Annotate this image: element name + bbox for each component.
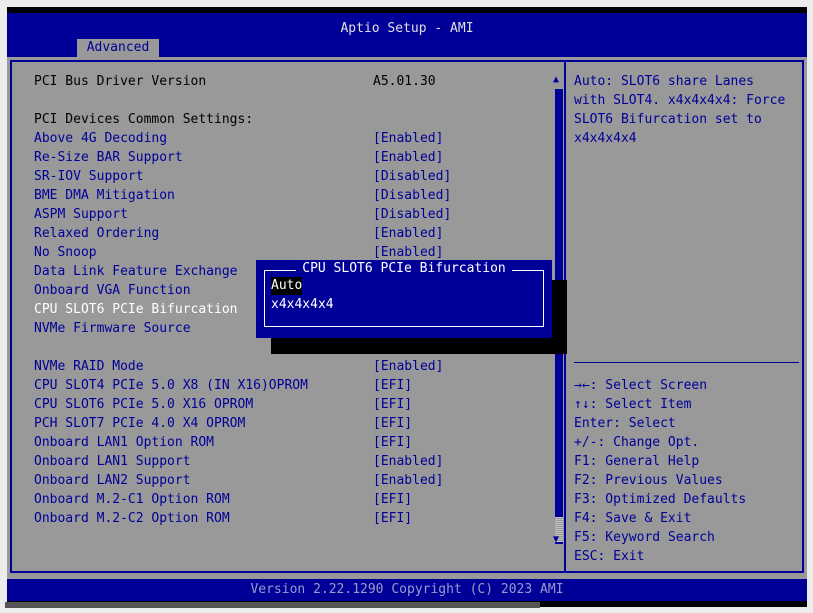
setting-value[interactable]: [EFI] xyxy=(373,509,412,528)
setting-value[interactable]: [EFI] xyxy=(373,433,412,452)
key-hint-enter: Enter: Select xyxy=(574,416,676,431)
scroll-up-icon[interactable]: ▲ xyxy=(553,74,559,85)
title-bar: Aptio Setup - AMI Advanced xyxy=(7,13,807,57)
key-hint-f4: F4: Save & Exit xyxy=(574,511,692,526)
setting-label[interactable]: No Snoop xyxy=(34,243,97,262)
key-hint-f3: F3: Optimized Defaults xyxy=(574,492,747,507)
popup-option-auto[interactable]: Auto xyxy=(271,277,303,295)
setting-value[interactable]: [Enabled] xyxy=(373,129,443,148)
setting-label: PCI Devices Common Settings: xyxy=(34,112,254,127)
setting-label[interactable]: NVMe RAID Mode xyxy=(34,357,144,376)
setting-label[interactable]: Onboard LAN1 Support xyxy=(34,452,191,471)
app-title: Aptio Setup - AMI xyxy=(340,21,474,36)
setting-value[interactable]: [Disabled] xyxy=(373,186,451,205)
setting-value[interactable]: [EFI] xyxy=(373,490,412,509)
setting-value[interactable]: [EFI] xyxy=(373,414,412,433)
setting-label[interactable]: ASPM Support xyxy=(34,205,128,224)
setting-value[interactable]: [EFI] xyxy=(373,376,412,395)
setting-label[interactable]: Onboard VGA Function xyxy=(34,281,191,300)
setting-value[interactable]: [Enabled] xyxy=(373,148,443,167)
setting-label[interactable]: SR-IOV Support xyxy=(34,167,144,186)
setting-label[interactable]: Onboard LAN1 Option ROM xyxy=(34,433,214,452)
setting-value[interactable]: [EFI] xyxy=(373,395,412,414)
key-hint-f2: F2: Previous Values xyxy=(574,473,723,488)
help-divider xyxy=(574,362,799,363)
taskbar-strip xyxy=(5,602,540,608)
setting-label: PCI Bus Driver Version xyxy=(34,74,207,89)
popup-title: CPU SLOT6 PCIe Bifurcation xyxy=(296,261,512,276)
setting-label[interactable]: PCH SLOT7 PCIe 4.0 X4 OPROM xyxy=(34,414,245,433)
key-hint-select-screen: →←: Select Screen xyxy=(574,378,708,393)
setting-label[interactable]: NVMe Firmware Source xyxy=(34,319,191,338)
setting-label[interactable]: Onboard LAN2 Support xyxy=(34,471,191,490)
setting-value[interactable]: [Enabled] xyxy=(373,471,443,490)
bifurcation-popup: CPU SLOT6 PCIe Bifurcation Auto x4x4x4x4 xyxy=(256,260,552,338)
key-hint-f5: F5: Keyword Search xyxy=(574,530,715,545)
setting-label[interactable]: Onboard M.2-C2 Option ROM xyxy=(34,509,230,528)
key-hint-change-opt: +/-: Change Opt. xyxy=(574,435,700,450)
setting-label[interactable]: BME DMA Mitigation xyxy=(34,186,175,205)
setting-label[interactable]: CPU SLOT6 PCIe Bifurcation xyxy=(34,300,238,319)
setting-label[interactable]: CPU SLOT4 PCIe 5.0 X8 (IN X16)OPROM xyxy=(34,376,308,395)
help-line: Auto: SLOT6 share Lanes xyxy=(574,74,755,89)
help-line: with SLOT4. x4x4x4x4: Force xyxy=(574,93,786,108)
tab-advanced[interactable]: Advanced xyxy=(77,39,159,57)
bios-screen: Aptio Setup - AMI Advanced PCI Bus Drive… xyxy=(7,7,807,607)
help-pane: Auto: SLOT6 share Lanes with SLOT4. x4x4… xyxy=(564,60,804,573)
setting-label[interactable]: CPU SLOT6 PCIe 5.0 X16 OPROM xyxy=(34,395,253,414)
setting-label[interactable]: Above 4G Decoding xyxy=(34,129,167,148)
key-hint-f1: F1: General Help xyxy=(574,454,700,469)
key-hint-select-item: ↑↓: Select Item xyxy=(574,397,692,412)
setting-label[interactable]: Data Link Feature Exchange xyxy=(34,262,238,281)
setting-value[interactable]: [Enabled] xyxy=(373,452,443,471)
setting-value[interactable]: [Enabled] xyxy=(373,224,443,243)
main-body: PCI Bus Driver Version A5.01.30 PCI Device… xyxy=(7,57,807,579)
popup-option-x4x4x4x4[interactable]: x4x4x4x4 xyxy=(271,296,334,314)
setting-label[interactable]: Onboard M.2-C1 Option ROM xyxy=(34,490,230,509)
setting-value: A5.01.30 xyxy=(373,74,436,89)
setting-value[interactable]: [Enabled] xyxy=(373,357,443,376)
help-line: SLOT6 Bifurcation set to xyxy=(574,112,762,127)
scroll-down-icon[interactable]: ▼ xyxy=(553,534,559,545)
key-hint-esc: ESC: Exit xyxy=(574,549,645,564)
setting-label[interactable]: Re-Size BAR Support xyxy=(34,148,183,167)
help-line: x4x4x4x4 xyxy=(574,131,637,146)
setting-label[interactable]: Relaxed Ordering xyxy=(34,224,159,243)
footer-version: Version 2.22.1290 Copyright (C) 2023 AMI xyxy=(7,579,807,601)
setting-value[interactable]: [Disabled] xyxy=(373,205,451,224)
setting-value[interactable]: [Disabled] xyxy=(373,167,451,186)
